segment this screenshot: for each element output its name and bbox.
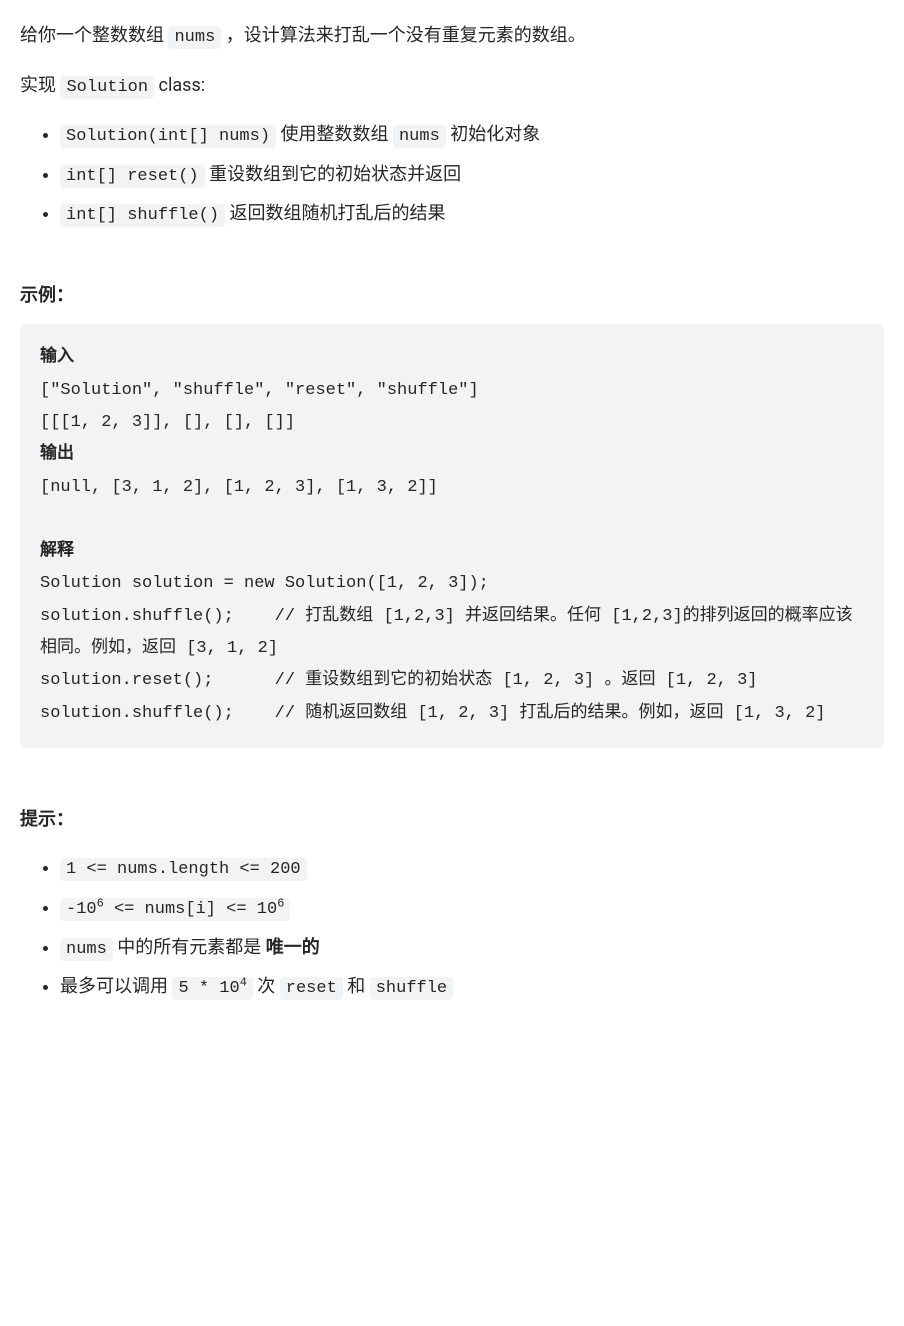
hint-code: -106 <= nums[i] <= 106 xyxy=(60,898,290,921)
hint-text: -10 xyxy=(66,900,97,919)
list-item: 1 <= nums.length <= 200 xyxy=(60,852,884,886)
hint-text: 和 xyxy=(343,976,370,997)
problem-intro-line2: 实现 Solution class: xyxy=(20,70,884,104)
intro-text-suffix: ，设计算法来打乱一个没有重复元素的数组。 xyxy=(221,25,585,46)
method-text: 重设数组到它的初始状态并返回 xyxy=(205,164,461,185)
hint-text: 5 * 10 xyxy=(178,979,239,998)
list-item: -106 <= nums[i] <= 106 xyxy=(60,892,884,926)
superscript: 6 xyxy=(97,896,104,910)
method-code: int[] reset() xyxy=(60,165,205,188)
method-code: Solution(int[] nums) xyxy=(60,125,276,148)
hint-code: 5 * 104 xyxy=(172,977,252,1000)
hint-text: 中的所有元素都是 xyxy=(113,937,266,958)
hint-text: <= nums[i] <= 10 xyxy=(104,900,277,919)
list-item: int[] shuffle() 返回数组随机打乱后的结果 xyxy=(60,198,884,232)
problem-intro-line1: 给你一个整数数组 nums ，设计算法来打乱一个没有重复元素的数组。 xyxy=(20,20,884,54)
example-input-line2: [[[1, 2, 3]], [], [], []] xyxy=(40,413,295,432)
list-item: int[] reset() 重设数组到它的初始状态并返回 xyxy=(60,159,884,193)
method-text-suffix: 初始化对象 xyxy=(446,124,540,145)
hint-text: 次 xyxy=(253,976,280,997)
list-item: Solution(int[] nums) 使用整数数组 nums 初始化对象 xyxy=(60,119,884,153)
hint-text: 最多可以调用 xyxy=(60,976,172,997)
example-explain-line2: solution.shuffle(); // 打乱数组 [1,2,3] 并返回结… xyxy=(40,607,853,658)
hint-code: 1 <= nums.length <= 200 xyxy=(60,858,307,881)
example-input-line1: ["Solution", "shuffle", "reset", "shuffl… xyxy=(40,381,479,400)
superscript: 6 xyxy=(277,896,284,910)
hint-code: shuffle xyxy=(370,977,453,1000)
hints-list: 1 <= nums.length <= 200 -106 <= nums[i] … xyxy=(20,852,884,1004)
list-item: nums 中的所有元素都是 唯一的 xyxy=(60,932,884,966)
intro-code-solution: Solution xyxy=(60,76,154,99)
example-output-line: [null, [3, 1, 2], [1, 2, 3], [1, 3, 2]] xyxy=(40,478,438,497)
intro-code-nums: nums xyxy=(168,26,221,49)
input-label: 输入 xyxy=(40,348,74,367)
output-label: 输出 xyxy=(40,445,74,464)
example-block: 输入 ["Solution", "shuffle", "reset", "shu… xyxy=(20,324,884,748)
hint-bold: 唯一的 xyxy=(266,937,320,958)
intro-text: 给你一个整数数组 xyxy=(20,25,168,46)
explain-label: 解释 xyxy=(40,542,74,561)
hint-code: reset xyxy=(280,977,343,1000)
superscript: 4 xyxy=(240,975,247,989)
method-text: 返回数组随机打乱后的结果 xyxy=(225,203,445,224)
hint-code: nums xyxy=(60,938,113,961)
example-heading: 示例： xyxy=(20,280,884,312)
method-code: int[] shuffle() xyxy=(60,204,225,227)
example-explain-line3: solution.reset(); // 重设数组到它的初始状态 [1, 2, … xyxy=(40,671,757,690)
hints-heading: 提示： xyxy=(20,804,884,836)
method-text: 使用整数数组 xyxy=(276,124,393,145)
example-explain-line1: Solution solution = new Solution([1, 2, … xyxy=(40,574,489,593)
list-item: 最多可以调用 5 * 104 次 reset 和 shuffle xyxy=(60,971,884,1005)
example-explain-line4: solution.shuffle(); // 随机返回数组 [1, 2, 3] … xyxy=(40,704,825,723)
intro-text2-prefix: 实现 xyxy=(20,75,60,96)
methods-list: Solution(int[] nums) 使用整数数组 nums 初始化对象 i… xyxy=(20,119,884,232)
method-inner-code: nums xyxy=(393,125,446,148)
intro-text2-suffix: class: xyxy=(154,75,205,96)
